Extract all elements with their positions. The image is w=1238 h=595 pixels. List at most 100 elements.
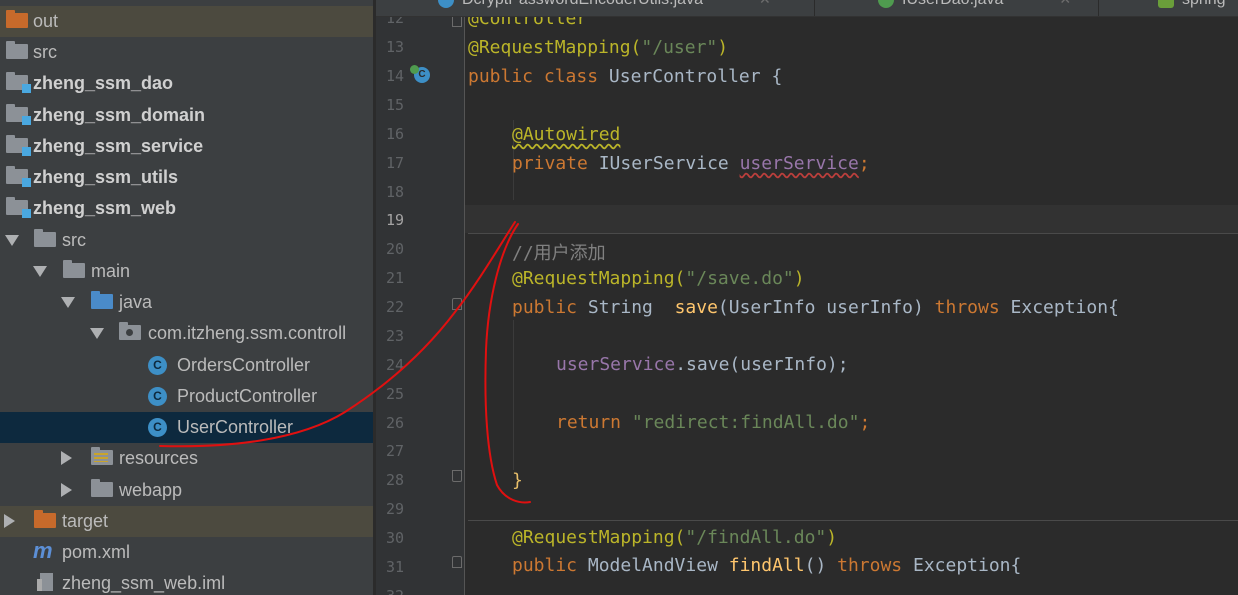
annotation: @RequestMapping( (468, 37, 642, 58)
type-name: String (587, 297, 675, 318)
tree-item-label: zheng_ssm_dao (33, 73, 174, 93)
module-folder-icon (6, 166, 31, 187)
tree-item-src[interactable]: src (0, 225, 373, 256)
line-number: 23 (385, 327, 404, 345)
parameters: () (804, 555, 838, 576)
line-number: 24 (385, 356, 404, 374)
tab-spring[interactable]: spring (1158, 0, 1226, 15)
close-tab-icon[interactable]: ✕ (759, 0, 771, 7)
line-number: 29 (385, 500, 404, 518)
keyword: public (512, 297, 588, 318)
resources-folder-icon (91, 447, 113, 465)
line-number: 14 (385, 67, 404, 85)
tree-item-label: UserController (177, 417, 294, 437)
expand-arrow-icon[interactable] (5, 235, 19, 246)
code-editor[interactable]: 12 13 14 15 16 17 18 19 20 21 22 23 24 2… (376, 0, 1238, 595)
current-line-highlight (465, 205, 1238, 233)
code-line-16: @Autowired (512, 124, 620, 145)
code-line-31: public ModelAndView findAll() throws Exc… (512, 555, 1021, 576)
class-name: UserController { (608, 66, 783, 87)
punctuation: ; (859, 412, 871, 433)
editor-tab-bar: DcryptPasswordEncoderUtils.java ✕ IUserDa… (376, 0, 1238, 17)
java-class-icon: C (148, 387, 167, 406)
expand-arrow-icon[interactable] (33, 266, 47, 277)
string-literal: "/user" (641, 37, 718, 58)
editor-gutter: 12 13 14 15 16 17 18 19 20 21 22 23 24 2… (376, 0, 464, 595)
module-folder-icon (6, 197, 31, 218)
keyword: public class (468, 66, 609, 87)
collapse-arrow-icon[interactable] (4, 514, 15, 528)
exception-type: Exception{ (1010, 297, 1119, 318)
line-number-current: 19 (385, 211, 404, 229)
close-tab-icon[interactable]: ✕ (1059, 0, 1071, 7)
tree-item-webapp[interactable]: webapp (0, 475, 373, 506)
tree-item-label: pom.xml (62, 542, 131, 562)
tree-item-src-root[interactable]: src (0, 37, 373, 68)
line-number: 15 (385, 96, 404, 114)
annotation: @RequestMapping( (512, 527, 686, 548)
fold-marker-icon[interactable] (452, 556, 462, 568)
tree-item-label: zheng_ssm_web.iml (62, 573, 226, 593)
tree-item-target[interactable]: target (0, 506, 373, 537)
tree-item-module-web[interactable]: zheng_ssm_web (0, 193, 373, 224)
tree-item-package-controller[interactable]: com.itzheng.ssm.controll (0, 318, 373, 349)
code-line-14: public class UserController { (468, 66, 782, 87)
maven-icon: m (33, 538, 53, 563)
tree-item-main[interactable]: main (0, 256, 373, 287)
collapse-arrow-icon[interactable] (61, 483, 72, 497)
code-line-13: @RequestMapping("/user") (468, 37, 728, 58)
closing-brace: } (512, 470, 523, 491)
tab-label: spring (1182, 0, 1226, 8)
tab-dcrypt-password-encoder-utils[interactable]: DcryptPasswordEncoderUtils.java ✕ (438, 0, 771, 15)
code-line-28: } (512, 470, 523, 491)
iml-file-icon (37, 573, 53, 591)
folder-icon (34, 229, 56, 247)
tree-item-user-controller[interactable]: C UserController (0, 412, 373, 443)
implemented-class-gutter-icon[interactable]: C (410, 65, 430, 83)
expand-arrow-icon[interactable] (90, 328, 104, 339)
tree-item-java[interactable]: java (0, 287, 373, 318)
parameters: (UserInfo userInfo) (717, 297, 935, 318)
tree-item-out[interactable]: out (0, 6, 373, 37)
tree-item-label: ProductController (177, 386, 318, 406)
tree-item-label: OrdersController (177, 355, 311, 375)
project-tree-panel: out src zheng_ssm_dao zheng_ssm_domain z… (0, 0, 373, 595)
collapse-arrow-icon[interactable] (61, 451, 72, 465)
module-folder-icon (6, 104, 31, 125)
tree-item-label: target (62, 511, 109, 531)
tree-item-resources[interactable]: resources (0, 443, 373, 474)
comment: //用户添加 (512, 243, 606, 264)
tree-item-label: zheng_ssm_utils (33, 167, 179, 187)
tree-item-module-service[interactable]: zheng_ssm_service (0, 131, 373, 162)
fold-marker-icon[interactable] (452, 298, 462, 310)
line-number: 22 (385, 298, 404, 316)
tree-item-orders-controller[interactable]: C OrdersController (0, 350, 373, 381)
line-number: 18 (385, 183, 404, 201)
tree-item-label: com.itzheng.ssm.controll (148, 323, 347, 343)
tree-item-label: zheng_ssm_domain (33, 105, 206, 125)
indent-guide (513, 320, 514, 470)
keyword: public (512, 555, 588, 576)
expand-arrow-icon[interactable] (61, 297, 75, 308)
java-class-icon: C (148, 356, 167, 375)
java-class-icon (438, 0, 454, 8)
folder-icon (34, 510, 56, 528)
tree-item-module-utils[interactable]: zheng_ssm_utils (0, 162, 373, 193)
code-line-17: private IUserService userService; (512, 153, 870, 174)
tree-item-iml[interactable]: zheng_ssm_web.iml (0, 568, 373, 595)
tree-item-pom[interactable]: m pom.xml (0, 537, 373, 568)
folder-icon (6, 10, 28, 28)
keyword: throws (837, 555, 913, 576)
fold-end-marker-icon[interactable] (452, 470, 462, 482)
folder-icon (63, 260, 85, 278)
tab-iuser-dao[interactable]: IUserDao.java ✕ (878, 0, 1071, 15)
annotation: ) (826, 527, 838, 548)
tab-separator (814, 0, 815, 16)
module-folder-icon (6, 72, 31, 93)
tree-item-module-domain[interactable]: zheng_ssm_domain (0, 100, 373, 131)
code-line-26: return "redirect:findAll.do"; (556, 412, 870, 433)
tree-item-product-controller[interactable]: C ProductController (0, 381, 373, 412)
code-line-21: @RequestMapping("/save.do") (512, 268, 805, 289)
gutter-separator (464, 0, 465, 595)
tree-item-module-dao[interactable]: zheng_ssm_dao (0, 68, 373, 99)
